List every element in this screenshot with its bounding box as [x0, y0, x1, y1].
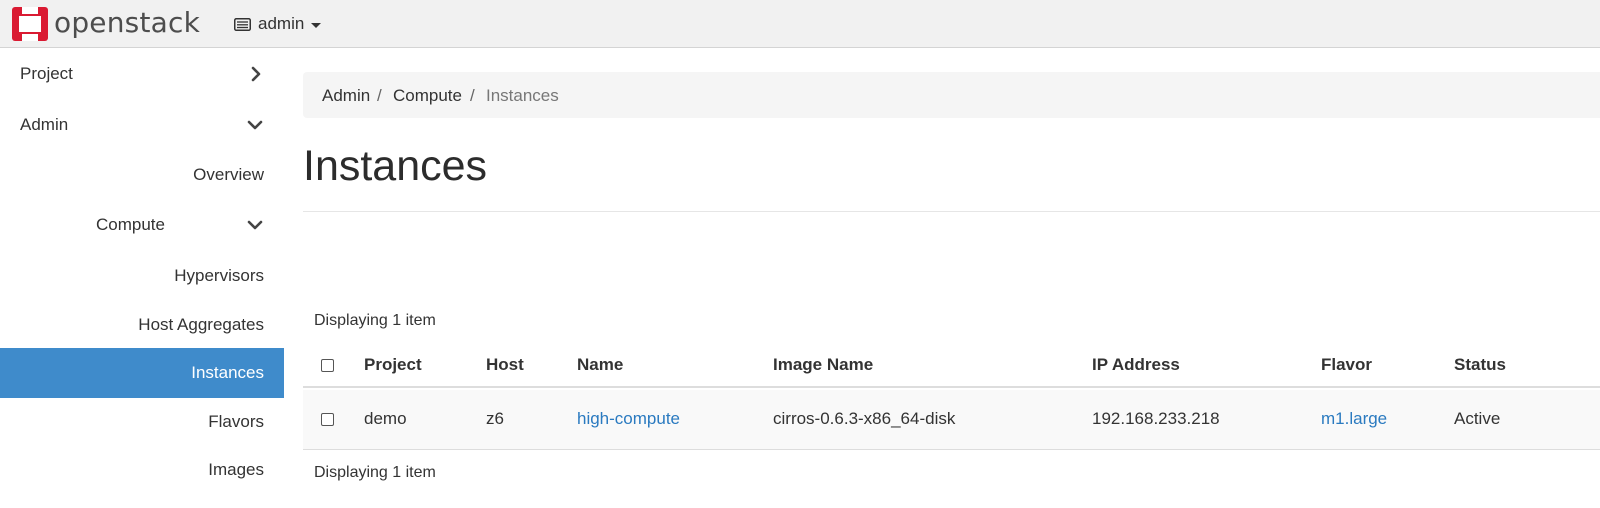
- table-header: Project Host Name Image Name IP Address …: [303, 344, 1600, 388]
- chevron-right-icon: [251, 66, 261, 82]
- sidebar-item-label: Instances: [191, 363, 264, 382]
- row-select-checkbox[interactable]: [321, 413, 334, 426]
- chevron-down-icon: [247, 220, 263, 230]
- sidebar-item-label: Compute: [96, 215, 165, 234]
- sidebar-item-instances[interactable]: Instances: [0, 348, 284, 398]
- breadcrumb-item-admin[interactable]: Admin: [322, 72, 370, 120]
- chevron-down-icon: [247, 120, 263, 130]
- desktop-icon: [234, 17, 251, 31]
- sidebar-item-label: Project: [20, 64, 73, 83]
- sidebar-item-host-aggregates[interactable]: Host Aggregates: [0, 300, 284, 350]
- table-count-top: Displaying 1 item: [314, 312, 436, 329]
- cell-status: Active: [1454, 409, 1501, 428]
- breadcrumb: Admin / Compute / Instances: [303, 72, 1600, 118]
- project-switcher-dropdown[interactable]: admin: [234, 13, 322, 35]
- cell-host: z6: [486, 409, 504, 428]
- flavor-link[interactable]: m1.large: [1321, 390, 1387, 448]
- page-title: Instances: [303, 142, 488, 190]
- sidebar-item-label: Flavors: [208, 412, 264, 431]
- breadcrumb-separator: /: [470, 86, 475, 105]
- instance-name-link[interactable]: high-compute: [577, 390, 680, 448]
- project-switcher-label: admin: [258, 14, 305, 33]
- sidebar-item-compute[interactable]: Compute: [0, 200, 284, 250]
- divider: [303, 211, 1600, 212]
- sidebar-item-overview[interactable]: Overview: [0, 150, 284, 200]
- sidebar-item-project[interactable]: Project: [0, 49, 284, 99]
- sidebar-item-label: Images: [208, 460, 264, 479]
- sidebar-item-admin[interactable]: Admin: [0, 100, 284, 150]
- sidebar: Project Admin Overview Compute Hyperviso…: [0, 49, 284, 508]
- sidebar-item-label: Admin: [20, 115, 69, 134]
- sidebar-item-flavors[interactable]: Flavors: [0, 397, 284, 447]
- column-header-image-name[interactable]: Image Name: [773, 344, 873, 386]
- cell-project: demo: [364, 409, 407, 428]
- sidebar-item-label: Host Aggregates: [138, 315, 264, 334]
- table-row: demo z6 high-compute cirros-0.6.3-x86_64…: [303, 390, 1600, 450]
- sidebar-item-hypervisors[interactable]: Hypervisors: [0, 251, 284, 301]
- column-header-ip-address[interactable]: IP Address: [1092, 344, 1180, 386]
- breadcrumb-separator: /: [377, 86, 382, 105]
- cell-ip-address: 192.168.233.218: [1092, 409, 1220, 428]
- column-header-status[interactable]: Status: [1454, 344, 1506, 386]
- table-count-bottom: Displaying 1 item: [314, 464, 436, 481]
- sidebar-item-label: Overview: [193, 165, 264, 184]
- column-header-host[interactable]: Host: [486, 344, 524, 386]
- cell-image-name: cirros-0.6.3-x86_64-disk: [773, 409, 956, 428]
- sidebar-item-images[interactable]: Images: [0, 445, 284, 495]
- brand-name: openstack: [54, 6, 201, 39]
- openstack-logo-icon: [12, 7, 48, 41]
- select-all-checkbox[interactable]: [321, 359, 334, 372]
- top-navbar: openstack admin: [0, 0, 1600, 48]
- breadcrumb-current: Instances: [486, 86, 559, 105]
- sidebar-item-label: Hypervisors: [174, 266, 264, 285]
- column-header-project[interactable]: Project: [364, 344, 422, 386]
- column-header-name[interactable]: Name: [577, 344, 623, 386]
- column-header-flavor[interactable]: Flavor: [1321, 344, 1372, 386]
- breadcrumb-item-compute[interactable]: Compute: [393, 72, 462, 120]
- caret-down-icon: [311, 22, 322, 28]
